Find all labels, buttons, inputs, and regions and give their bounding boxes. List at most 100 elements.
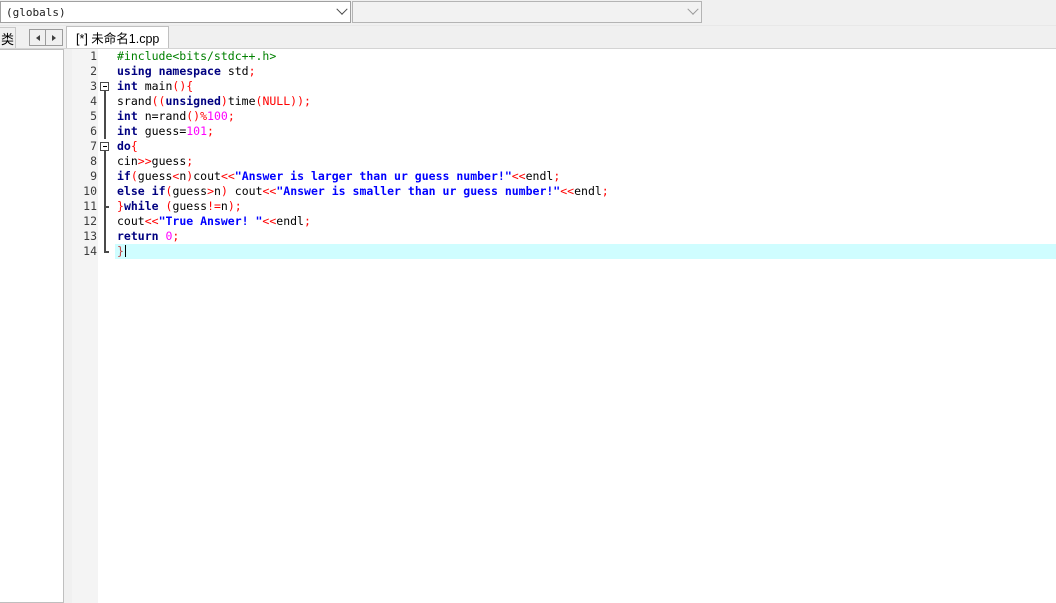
code-line[interactable]: 11}while (guess!=n); [72, 199, 1056, 214]
fold-margin-cell [98, 49, 114, 64]
code-line[interactable]: 10 else if(guess>n) cout<<"Answer is smal… [72, 184, 1056, 199]
chevron-down-icon[interactable] [333, 2, 350, 22]
triangle-left-icon [35, 34, 40, 41]
code-line-text: int main(){ [115, 79, 1056, 94]
tab-nav-buttons [29, 29, 63, 46]
code-line-text: cin>>guess; [115, 154, 1056, 169]
code-token: "Answer is smaller than ur guess number!… [276, 184, 561, 198]
line-number: 3 [90, 79, 97, 93]
panel-splitter[interactable] [64, 49, 72, 603]
code-token: main [137, 79, 173, 93]
line-number: 4 [90, 94, 97, 108]
code-token: cout [193, 169, 221, 183]
code-line[interactable]: 1 #include<bits/stdc++.h> [72, 49, 1056, 64]
line-number: 8 [90, 154, 97, 168]
code-token: ; [186, 154, 194, 168]
code-token: << [560, 184, 575, 198]
code-line-text: int n=rand()%100; [115, 109, 1056, 124]
triangle-right-icon [52, 34, 56, 41]
tab-project-classes-label: 类 [0, 32, 14, 47]
chevron-down-icon[interactable] [684, 2, 701, 22]
code-token: 101 [186, 124, 208, 138]
fold-toggle-icon[interactable] [98, 139, 114, 154]
code-token: while [123, 199, 159, 213]
line-number: 7 [90, 139, 97, 153]
code-line[interactable]: 6 int guess=101; [72, 124, 1056, 139]
code-token: "Answer is larger than ur guess number!" [234, 169, 512, 183]
code-line[interactable]: 14} [72, 244, 1056, 259]
code-token: { [186, 79, 194, 93]
code-line[interactable]: 5 int n=rand()%100; [72, 109, 1056, 124]
project-tree-panel[interactable] [0, 49, 64, 603]
code-token: )); [290, 94, 311, 108]
tab-untitled1-cpp[interactable]: [*] 未命名1.cpp [66, 26, 170, 49]
code-token: ; [172, 229, 180, 243]
code-token: } [117, 199, 124, 213]
fold-guide-line [98, 94, 114, 109]
code-line[interactable]: 13 return 0; [72, 229, 1056, 244]
code-token: guess [137, 169, 173, 183]
code-token: NULL [262, 94, 291, 108]
code-token: if [151, 184, 166, 198]
member-combobox[interactable] [352, 1, 702, 23]
code-line[interactable]: 7 do{ [72, 139, 1056, 154]
line-number: 2 [90, 64, 97, 78]
code-token: guess [172, 184, 208, 198]
code-line[interactable]: 2 using namespace std; [72, 64, 1056, 79]
fold-guide-end [98, 244, 114, 259]
code-token: #include<bits/stdc++.h> [117, 49, 277, 63]
code-token: guess= [137, 124, 187, 138]
line-number: 1 [90, 49, 97, 63]
code-line-text: using namespace std; [115, 64, 1056, 79]
code-token: int [117, 124, 138, 138]
code-token: 100 [207, 109, 228, 123]
text-cursor [124, 245, 126, 257]
code-token: () [172, 79, 187, 93]
fold-guide-line [98, 214, 114, 229]
tab-project-classes[interactable]: 类 [0, 27, 16, 49]
code-token: cout [117, 214, 145, 228]
code-line[interactable]: 9 if(guess<n)cout<<"Answer is larger than… [72, 169, 1056, 184]
code-token: return [117, 229, 159, 243]
code-token: << [262, 184, 277, 198]
code-line-text: if(guess<n)cout<<"Answer is larger than … [115, 169, 1056, 184]
tab-scroll-right-button[interactable] [46, 29, 63, 46]
code-content[interactable]: 1 #include<bits/stdc++.h> 2 using namespace… [72, 49, 1056, 603]
code-token: != [207, 199, 221, 213]
code-line-text: do{ [115, 139, 1056, 154]
tab-untitled1-cpp-label: [*] 未命名1.cpp [76, 32, 160, 46]
tab-scroll-left-button[interactable] [29, 29, 46, 46]
code-token: cin [117, 154, 138, 168]
line-number: 12 [83, 214, 97, 228]
code-token: n [220, 199, 228, 213]
code-token: ) [220, 184, 228, 198]
fold-toggle-icon[interactable] [98, 79, 114, 94]
tab-bar: 类 [*] 未命名1.cpp [0, 26, 1056, 49]
code-token: ; [248, 64, 256, 78]
scope-combobox-value: (globals) [6, 5, 66, 19]
code-line-text: else if(guess>n) cout<<"Answer is smalle… [115, 184, 1056, 199]
code-line-text: #include<bits/stdc++.h> [115, 49, 1056, 64]
code-line[interactable]: 4 srand((unsigned)time(NULL)); [72, 94, 1056, 109]
fold-guide-line [98, 154, 114, 169]
code-line[interactable]: 12 cout<<"True Answer! "<<endl; [72, 214, 1056, 229]
code-token: ( [130, 169, 138, 183]
code-token: () [186, 109, 201, 123]
code-line[interactable]: 8 cin>>guess; [72, 154, 1056, 169]
code-line[interactable]: 3 int main(){ [72, 79, 1056, 94]
code-token: "True Answer! " [158, 214, 263, 228]
code-token: (( [151, 94, 166, 108]
code-token: using [117, 64, 152, 78]
code-line-text: srand((unsigned)time(NULL)); [115, 94, 1056, 109]
code-token: else [117, 184, 145, 198]
code-editor[interactable]: 1 #include<bits/stdc++.h> 2 using namespace… [72, 49, 1056, 603]
code-token: % [200, 109, 208, 123]
line-number: 10 [83, 184, 97, 198]
scope-combobox[interactable]: (globals) [0, 1, 351, 23]
code-token: int [117, 79, 138, 93]
code-token: << [144, 214, 159, 228]
code-token: namespace [158, 64, 221, 78]
